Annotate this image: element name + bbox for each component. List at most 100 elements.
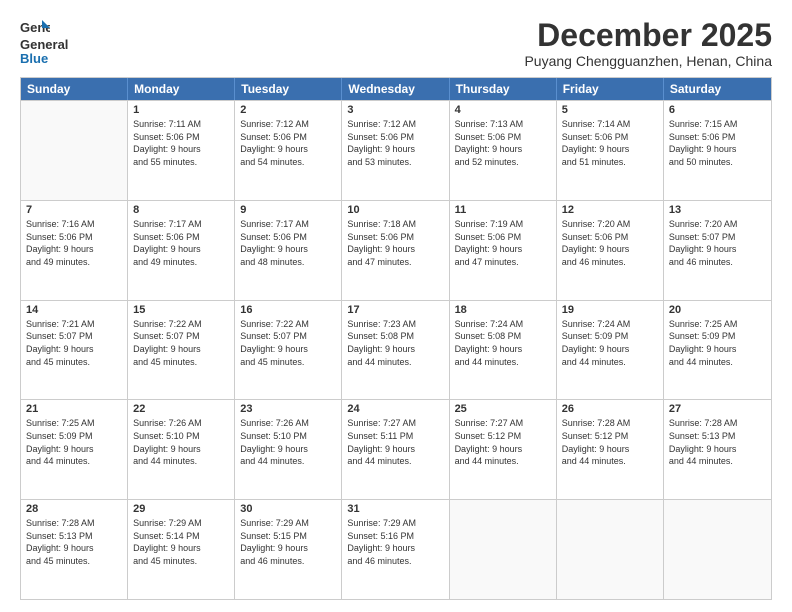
calendar-body: 1 Sunrise: 7:11 AM Sunset: 5:06 PM Daylig… <box>21 100 771 599</box>
logo: General General Blue <box>20 18 68 67</box>
weekday-header-monday: Monday <box>128 78 235 100</box>
day-number: 29 <box>133 503 229 515</box>
day-cell-31: 31 Sunrise: 7:29 AM Sunset: 5:16 PM Dayli… <box>342 500 449 599</box>
day-number: 20 <box>669 304 766 316</box>
day-number: 1 <box>133 104 229 116</box>
day-cell-7: 7 Sunrise: 7:16 AM Sunset: 5:06 PM Daylig… <box>21 201 128 300</box>
day-info: Sunrise: 7:22 AM Sunset: 5:07 PM Dayligh… <box>240 318 336 368</box>
day-cell-4: 4Sunrise: 7:13 AM Sunset: 5:06 PM Daylig… <box>450 101 557 200</box>
empty-cell <box>450 500 557 599</box>
day-info: Sunrise: 7:21 AM Sunset: 5:07 PM Dayligh… <box>26 318 122 368</box>
day-number: 22 <box>133 403 229 415</box>
day-info: Sunrise: 7:26 AM Sunset: 5:10 PM Dayligh… <box>240 417 336 467</box>
day-cell-27: 27Sunrise: 7:28 AM Sunset: 5:13 PM Dayli… <box>664 400 771 499</box>
weekday-header-thursday: Thursday <box>450 78 557 100</box>
day-number: 18 <box>455 304 551 316</box>
day-number: 2 <box>240 104 336 116</box>
day-info: Sunrise: 7:25 AM Sunset: 5:09 PM Dayligh… <box>669 318 766 368</box>
day-info: Sunrise: 7:13 AM Sunset: 5:06 PM Dayligh… <box>455 118 551 168</box>
day-cell-20: 20 Sunrise: 7:25 AM Sunset: 5:09 PM Dayli… <box>664 301 771 400</box>
day-info: Sunrise: 7:28 AM Sunset: 5:12 PM Dayligh… <box>562 417 658 467</box>
day-info: Sunrise: 7:26 AM Sunset: 5:10 PM Dayligh… <box>133 417 229 467</box>
calendar: SundayMondayTuesdayWednesdayThursdayFrid… <box>20 77 772 600</box>
day-cell-29: 29 Sunrise: 7:29 AM Sunset: 5:14 PM Dayli… <box>128 500 235 599</box>
weekday-header-friday: Friday <box>557 78 664 100</box>
day-number: 26 <box>562 403 658 415</box>
logo-general: General <box>20 37 68 52</box>
weekday-header-saturday: Saturday <box>664 78 771 100</box>
day-info: Sunrise: 7:29 AM Sunset: 5:14 PM Dayligh… <box>133 517 229 567</box>
day-cell-22: 22 Sunrise: 7:26 AM Sunset: 5:10 PM Dayli… <box>128 400 235 499</box>
day-number: 31 <box>347 503 443 515</box>
day-number: 15 <box>133 304 229 316</box>
location: Puyang Chengguanzhen, Henan, China <box>524 53 772 69</box>
day-info: Sunrise: 7:25 AM Sunset: 5:09 PM Dayligh… <box>26 417 122 467</box>
weekday-header-tuesday: Tuesday <box>235 78 342 100</box>
day-number: 11 <box>455 204 551 216</box>
day-number: 16 <box>240 304 336 316</box>
day-info: Sunrise: 7:20 AM Sunset: 5:06 PM Dayligh… <box>562 218 658 268</box>
day-cell-2: 2 Sunrise: 7:12 AM Sunset: 5:06 PM Daylig… <box>235 101 342 200</box>
day-info: Sunrise: 7:12 AM Sunset: 5:06 PM Dayligh… <box>347 118 443 168</box>
day-cell-24: 24Sunrise: 7:27 AM Sunset: 5:11 PM Dayli… <box>342 400 449 499</box>
weekday-header-sunday: Sunday <box>21 78 128 100</box>
day-cell-13: 13 Sunrise: 7:20 AM Sunset: 5:07 PM Dayli… <box>664 201 771 300</box>
month-title: December 2025 <box>524 18 772 53</box>
day-number: 5 <box>562 104 658 116</box>
empty-cell <box>557 500 664 599</box>
weekday-header-wednesday: Wednesday <box>342 78 449 100</box>
day-info: Sunrise: 7:29 AM Sunset: 5:16 PM Dayligh… <box>347 517 443 567</box>
day-cell-15: 15 Sunrise: 7:22 AM Sunset: 5:07 PM Dayli… <box>128 301 235 400</box>
day-number: 30 <box>240 503 336 515</box>
day-number: 3 <box>347 104 443 116</box>
day-cell-26: 26 Sunrise: 7:28 AM Sunset: 5:12 PM Dayli… <box>557 400 664 499</box>
day-cell-11: 11 Sunrise: 7:19 AM Sunset: 5:06 PM Dayli… <box>450 201 557 300</box>
day-number: 12 <box>562 204 658 216</box>
day-cell-30: 30 Sunrise: 7:29 AM Sunset: 5:15 PM Dayli… <box>235 500 342 599</box>
day-cell-14: 14 Sunrise: 7:21 AM Sunset: 5:07 PM Dayli… <box>21 301 128 400</box>
day-info: Sunrise: 7:19 AM Sunset: 5:06 PM Dayligh… <box>455 218 551 268</box>
day-info: Sunrise: 7:22 AM Sunset: 5:07 PM Dayligh… <box>133 318 229 368</box>
day-number: 8 <box>133 204 229 216</box>
day-cell-1: 1 Sunrise: 7:11 AM Sunset: 5:06 PM Daylig… <box>128 101 235 200</box>
day-info: Sunrise: 7:28 AM Sunset: 5:13 PM Dayligh… <box>669 417 766 467</box>
day-cell-9: 9 Sunrise: 7:17 AM Sunset: 5:06 PM Daylig… <box>235 201 342 300</box>
day-number: 23 <box>240 403 336 415</box>
day-cell-16: 16 Sunrise: 7:22 AM Sunset: 5:07 PM Dayli… <box>235 301 342 400</box>
day-info: Sunrise: 7:27 AM Sunset: 5:12 PM Dayligh… <box>455 417 551 467</box>
calendar-header: SundayMondayTuesdayWednesdayThursdayFrid… <box>21 78 771 100</box>
day-info: Sunrise: 7:24 AM Sunset: 5:09 PM Dayligh… <box>562 318 658 368</box>
header: General General Blue December 2025 Puyan… <box>20 18 772 69</box>
day-info: Sunrise: 7:16 AM Sunset: 5:06 PM Dayligh… <box>26 218 122 268</box>
day-info: Sunrise: 7:17 AM Sunset: 5:06 PM Dayligh… <box>133 218 229 268</box>
day-number: 13 <box>669 204 766 216</box>
day-info: Sunrise: 7:12 AM Sunset: 5:06 PM Dayligh… <box>240 118 336 168</box>
day-cell-6: 6 Sunrise: 7:15 AM Sunset: 5:06 PM Daylig… <box>664 101 771 200</box>
day-cell-3: 3 Sunrise: 7:12 AM Sunset: 5:06 PM Daylig… <box>342 101 449 200</box>
empty-cell <box>21 101 128 200</box>
title-block: December 2025 Puyang Chengguanzhen, Hena… <box>524 18 772 69</box>
day-info: Sunrise: 7:17 AM Sunset: 5:06 PM Dayligh… <box>240 218 336 268</box>
day-info: Sunrise: 7:28 AM Sunset: 5:13 PM Dayligh… <box>26 517 122 567</box>
day-number: 21 <box>26 403 122 415</box>
logo-blue: Blue <box>20 51 48 66</box>
day-cell-25: 25Sunrise: 7:27 AM Sunset: 5:12 PM Dayli… <box>450 400 557 499</box>
day-cell-21: 21 Sunrise: 7:25 AM Sunset: 5:09 PM Dayli… <box>21 400 128 499</box>
day-number: 10 <box>347 204 443 216</box>
day-number: 9 <box>240 204 336 216</box>
day-number: 7 <box>26 204 122 216</box>
day-number: 6 <box>669 104 766 116</box>
day-info: Sunrise: 7:11 AM Sunset: 5:06 PM Dayligh… <box>133 118 229 168</box>
day-number: 24 <box>347 403 443 415</box>
day-info: Sunrise: 7:20 AM Sunset: 5:07 PM Dayligh… <box>669 218 766 268</box>
day-number: 14 <box>26 304 122 316</box>
day-info: Sunrise: 7:29 AM Sunset: 5:15 PM Dayligh… <box>240 517 336 567</box>
day-cell-18: 18Sunrise: 7:24 AM Sunset: 5:08 PM Dayli… <box>450 301 557 400</box>
day-info: Sunrise: 7:23 AM Sunset: 5:08 PM Dayligh… <box>347 318 443 368</box>
day-info: Sunrise: 7:18 AM Sunset: 5:06 PM Dayligh… <box>347 218 443 268</box>
empty-cell <box>664 500 771 599</box>
day-info: Sunrise: 7:15 AM Sunset: 5:06 PM Dayligh… <box>669 118 766 168</box>
week-row-5: 28Sunrise: 7:28 AM Sunset: 5:13 PM Dayli… <box>21 499 771 599</box>
day-cell-10: 10 Sunrise: 7:18 AM Sunset: 5:06 PM Dayli… <box>342 201 449 300</box>
day-cell-28: 28Sunrise: 7:28 AM Sunset: 5:13 PM Dayli… <box>21 500 128 599</box>
